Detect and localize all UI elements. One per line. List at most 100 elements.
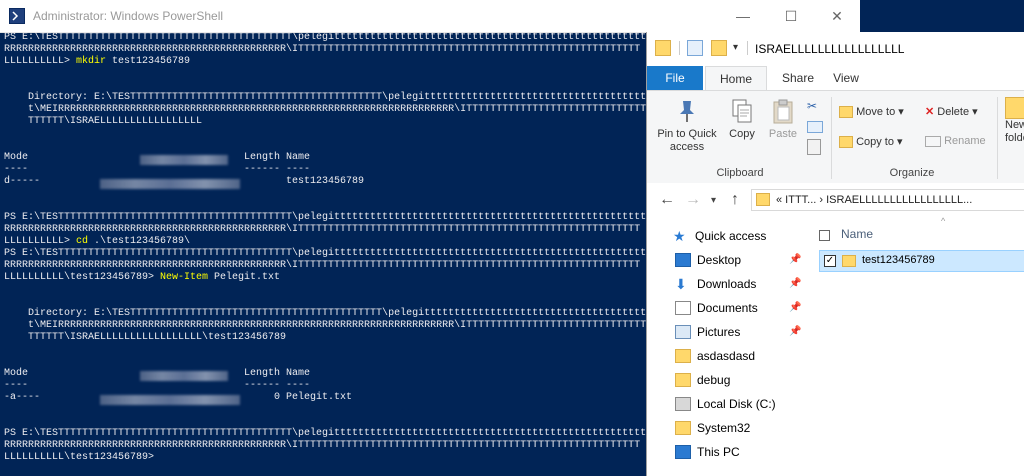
console-line: Directory: E:\TESTTTTTTTTTTTTTTTTTTTTTTT… xyxy=(4,308,648,320)
console-line: TTTTTT\ISRAELLLLLLLLLLLLLLLLL xyxy=(4,116,202,128)
console-line: LLLLLLLLLL\test123456789> New-Item Peleg… xyxy=(4,272,280,284)
console-text: LLLLLLLLLL> xyxy=(4,236,77,247)
pin-quick-access-button[interactable]: Pin to Quick access xyxy=(651,97,723,154)
console-argument: .\test123456789\ xyxy=(88,236,191,247)
maximize-button[interactable]: ☐ xyxy=(768,0,814,32)
close-button[interactable]: ✕ xyxy=(814,0,860,32)
star-icon: ★ xyxy=(673,228,686,244)
rename-button[interactable]: Rename xyxy=(925,135,986,147)
tab-home[interactable]: Home xyxy=(705,66,767,90)
select-all-checkbox[interactable] xyxy=(819,230,830,241)
console-line: t\MEIRRRRRRRRRRRRRRRRRRRRRRRRRRRRRRRRRRR… xyxy=(4,320,646,332)
address-path: « ITTT... › ISRAELLLLLLLLLLLLLLLLL... xyxy=(776,194,973,206)
redacted-date-blur xyxy=(100,395,240,405)
address-bar[interactable]: « ITTT... › ISRAELLLLLLLLLLLLLLLLL... xyxy=(751,189,1024,211)
sort-caret-icon: ^ xyxy=(941,216,946,226)
documents-icon xyxy=(675,301,691,315)
console-line: Directory: E:\TESTTTTTTTTTTTTTTTTTTTTTTT… xyxy=(4,92,648,104)
file-row[interactable]: ✓ test123456789 xyxy=(819,250,1024,272)
console-text: LLLLLLLLLL> xyxy=(4,56,77,67)
new-folder-button[interactable]: New folder xyxy=(1005,97,1024,145)
console-argument: Pelegit.txt xyxy=(208,272,281,283)
minimize-button[interactable]: — xyxy=(720,0,766,32)
redacted-header-blur xyxy=(140,155,228,165)
navigation-pane[interactable]: ★ Quick access Desktop 📌 ⬇ Downloads 📌 Document… xyxy=(647,218,807,476)
group-clipboard-label: Clipboard xyxy=(716,167,764,179)
pin-icon[interactable]: 📌 xyxy=(789,254,801,265)
tab-share[interactable]: Share xyxy=(773,66,823,90)
delete-icon: ✕ xyxy=(925,106,935,118)
console-text: TTTTTT\ISRAELLLLLLLLLLLLLLLLL\test123456… xyxy=(4,332,287,343)
paste-shortcut-icon[interactable] xyxy=(807,139,821,155)
console-output[interactable]: LLLLLLLLLL\test123456789> RRRRRRRRRRRRRRR… xyxy=(0,32,648,476)
nav-item-label: debug xyxy=(697,373,731,387)
console-line: TTTTTT\ISRAELLLLLLLLLLLLLLLLL\test123456… xyxy=(4,332,286,344)
explorer-titlebar[interactable]: ▾ ISRAELLLLLLLLLLLLLLLLL xyxy=(647,32,1024,64)
ribbon-home: Pin to Quick access Copy Paste ✂ Clipboa… xyxy=(647,90,1024,184)
file-list[interactable]: Name ^ ✓ test123456789 xyxy=(807,216,1024,476)
console-line: RRRRRRRRRRRRRRRRRRRRRRRRRRRRRRRRRRRRRRRR… xyxy=(4,224,640,236)
copy-button[interactable]: Copy xyxy=(723,97,761,141)
console-line: RRRRRRRRRRRRRRRRRRRRRRRRRRRRRRRRRRRRRRRR… xyxy=(4,440,640,452)
powershell-titlebar[interactable]: Administrator: Windows PowerShell — ☐ ✕ xyxy=(0,0,860,33)
group-separator xyxy=(831,97,832,179)
paste-label: Paste xyxy=(768,128,798,140)
console-text: LLLLLLLLLL\test123456789> xyxy=(4,272,161,283)
explorer-window[interactable]: ▾ ISRAELLLLLLLLLLLLLLLLL File Home Share… xyxy=(646,32,1024,476)
console-line: ---- ------ ---- xyxy=(4,164,310,176)
console-line: PS E:\TESTTTTTTTTTTTTTTTTTTTTTTTTTTTTTTT… xyxy=(4,32,648,44)
move-to-button[interactable]: Move to ▾ xyxy=(839,105,904,119)
folder-icon xyxy=(675,421,691,435)
computer-icon xyxy=(675,445,691,459)
console-line: PS E:\TESTTTTTTTTTTTTTTTTTTTTTTTTTTTTTTT… xyxy=(4,428,648,440)
pin-icon[interactable]: 📌 xyxy=(789,278,801,289)
rename-icon xyxy=(925,135,941,147)
console-line: LLLLLLLLLL> mkdir test123456789 xyxy=(4,56,190,68)
console-command: mkdir xyxy=(76,56,107,67)
group-organize-label: Organize xyxy=(889,167,935,179)
window-title: Administrator: Windows PowerShell xyxy=(33,9,224,23)
console-text: PS E:\TESTTTTTTTTTTTTTTTTTTTTTTTTTTTTTTT… xyxy=(4,248,648,259)
console-argument: test123456789 xyxy=(106,56,191,67)
powershell-icon xyxy=(9,8,25,24)
folder-icon xyxy=(675,373,691,387)
back-arrow-icon[interactable]: ← xyxy=(659,191,675,209)
console-command: New-Item xyxy=(160,272,209,283)
console-text: RRRRRRRRRRRRRRRRRRRRRRRRRRRRRRRRRRRRRRRR… xyxy=(4,44,641,55)
pin-icon[interactable]: 📌 xyxy=(789,326,801,337)
console-line: RRRRRRRRRRRRRRRRRRRRRRRRRRRRRRRRRRRRRRRR… xyxy=(4,260,640,272)
copy-to-button[interactable]: Copy to ▾ xyxy=(839,135,903,149)
delete-button[interactable]: ✕ Delete ▾ xyxy=(925,105,978,118)
nav-item-label: Quick access xyxy=(695,229,767,243)
tab-view[interactable]: View xyxy=(823,66,869,90)
recent-dropdown-icon[interactable]: ▾ xyxy=(711,195,716,206)
pin-label: Pin to Quick access xyxy=(657,128,717,153)
tab-file[interactable]: File xyxy=(647,66,703,90)
forward-arrow-icon[interactable]: → xyxy=(685,191,701,209)
console-line: LLLLLLLLLL\test123456789> xyxy=(4,452,154,464)
console-text: ---- ------ ---- xyxy=(4,380,311,391)
console-line: PS E:\TESTTTTTTTTTTTTTTTTTTTTTTTTTTTTTTT… xyxy=(4,212,648,224)
nav-item-label: This PC xyxy=(697,445,740,459)
redacted-header-blur xyxy=(140,371,228,381)
explorer-title: ISRAELLLLLLLLLLLLLLLLL xyxy=(755,42,905,56)
address-row: ← → ▾ ↑ « ITTT... › ISRAELLLLLLLLLLLLLLL… xyxy=(647,183,1024,217)
console-line: t\MEIRRRRRRRRRRRRRRRRRRRRRRRRRRRRRRRRRRR… xyxy=(4,104,646,116)
nav-item-label: Pictures xyxy=(697,325,741,339)
pin-icon[interactable]: 📌 xyxy=(789,302,801,313)
copy-path-icon[interactable] xyxy=(807,121,823,133)
console-command: cd xyxy=(76,236,89,247)
cut-icon[interactable]: ✂ xyxy=(807,99,821,113)
rename-label: Rename xyxy=(944,135,986,147)
nav-item-label: Documents xyxy=(697,301,758,315)
up-arrow-icon[interactable]: ↑ xyxy=(731,191,739,209)
title-divider xyxy=(747,41,748,55)
pin-icon xyxy=(680,101,694,122)
nav-item-label: Desktop xyxy=(697,253,742,267)
qat-divider xyxy=(679,41,680,55)
row-checkbox-checked[interactable]: ✓ xyxy=(824,255,836,267)
properties-icon[interactable] xyxy=(687,40,703,56)
new-folder-icon[interactable] xyxy=(711,40,727,56)
column-header-name[interactable]: Name xyxy=(841,227,873,241)
paste-button[interactable]: Paste xyxy=(763,97,803,141)
